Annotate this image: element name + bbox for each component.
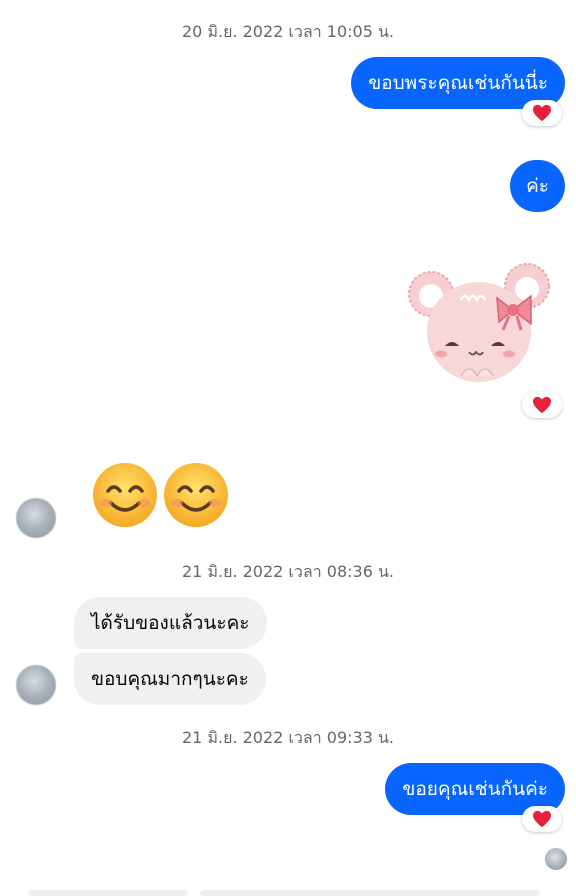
smiling-face-emoji[interactable]: [162, 461, 230, 533]
heart-reaction[interactable]: [522, 100, 562, 126]
heart-icon: [533, 396, 551, 414]
bear-sticker-icon: [408, 263, 550, 382]
partial-element: [200, 890, 540, 896]
incoming-message[interactable]: ขอบคุณมากๆนะคะ: [74, 653, 266, 705]
smiling-face-emoji[interactable]: [91, 461, 159, 533]
incoming-message[interactable]: ได้รับของแล้วนะคะ: [74, 597, 267, 649]
timestamp-divider: 20 มิ.ย. 2022 เวลา 10:05 น.: [182, 22, 394, 41]
heart-reaction[interactable]: [522, 392, 562, 418]
partial-element: [28, 890, 188, 896]
contact-avatar[interactable]: [16, 498, 56, 538]
bear-sticker[interactable]: [405, 262, 557, 396]
smiling-face-icon: [164, 463, 228, 527]
outgoing-message[interactable]: ค่ะ: [510, 160, 565, 212]
heart-reaction[interactable]: [522, 806, 562, 832]
bottom-edge: [0, 886, 576, 896]
smiling-face-icon: [93, 463, 157, 527]
contact-avatar[interactable]: [16, 665, 56, 705]
heart-icon: [533, 104, 551, 122]
seen-avatar: [545, 848, 567, 870]
timestamp-divider: 21 มิ.ย. 2022 เวลา 08:36 น.: [182, 562, 394, 581]
timestamp-divider: 21 มิ.ย. 2022 เวลา 09:33 น.: [182, 728, 394, 747]
heart-icon: [533, 810, 551, 828]
